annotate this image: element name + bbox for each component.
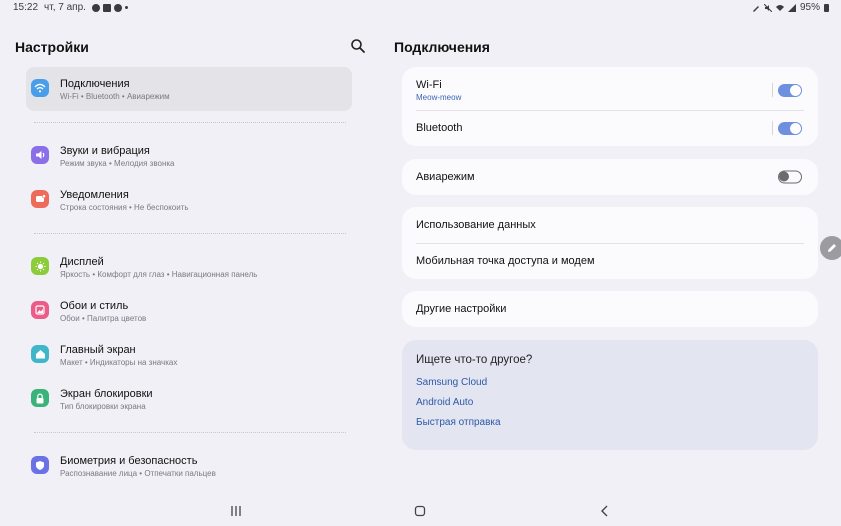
wifi-label: Wi-Fi xyxy=(416,78,442,91)
settings-list: Подключения Wi-Fi • Bluetooth • Авиарежи… xyxy=(26,67,352,488)
settings-item-wallpaper[interactable]: Обои и стиль Обои • Палитра цветов xyxy=(26,289,352,333)
bluetooth-toggle[interactable] xyxy=(778,121,802,135)
hotspot-row[interactable]: Мобильная точка доступа и модем xyxy=(402,243,818,279)
settings-item-title: Уведомления xyxy=(60,188,129,201)
wifi-icon xyxy=(31,79,49,97)
home-icon xyxy=(31,345,49,363)
lock-icon xyxy=(31,389,49,407)
airplane-row[interactable]: Авиарежим xyxy=(402,159,818,195)
looking-for-card: Ищете что-то другое? Samsung Cloud Andro… xyxy=(402,340,818,450)
looking-for-heading: Ищете что-то другое? xyxy=(416,354,533,366)
edit-pen-button[interactable] xyxy=(820,236,841,260)
settings-item-title: Биометрия и безопасность xyxy=(60,454,198,467)
settings-item-subtitle: Макет • Индикаторы на значках xyxy=(60,357,178,367)
toggle-knob xyxy=(790,122,801,134)
divider xyxy=(34,233,346,234)
airplane-toggle-wrap xyxy=(778,170,802,184)
wifi-icon xyxy=(775,4,784,11)
quick-share-link[interactable]: Быстрая отправка xyxy=(416,417,804,428)
data-usage-row[interactable]: Использование данных xyxy=(402,207,818,243)
hotspot-label: Мобильная точка доступа и модем xyxy=(416,255,595,267)
pencil-icon xyxy=(828,244,836,252)
settings-item-title: Главный экран xyxy=(60,343,136,356)
recent-apps-icon[interactable] xyxy=(228,504,244,518)
chat-icon xyxy=(91,3,100,12)
status-right: 95% xyxy=(752,2,829,13)
connections-title: Подключения xyxy=(394,39,490,55)
samsung-cloud-link[interactable]: Samsung Cloud xyxy=(416,377,804,388)
android-auto-link[interactable]: Android Auto xyxy=(416,397,804,408)
vertical-separator xyxy=(772,121,773,135)
wifi-toggle-wrap xyxy=(772,83,802,97)
notification-icon xyxy=(31,190,49,208)
back-icon[interactable] xyxy=(597,504,613,518)
settings-item-connections[interactable]: Подключения Wi-Fi • Bluetooth • Авиарежи… xyxy=(26,67,352,111)
bluetooth-label: Bluetooth xyxy=(416,122,463,134)
signal-icon xyxy=(787,3,796,12)
status-date: чт, 7 апр. xyxy=(44,2,86,13)
divider xyxy=(34,432,346,433)
settings-item-biometrics[interactable]: Биометрия и безопасность Распознавание л… xyxy=(26,444,352,488)
settings-item-lock-screen[interactable]: Экран блокировки Тип блокировки экрана xyxy=(26,377,352,421)
settings-item-title: Подключения xyxy=(60,77,130,90)
vertical-separator xyxy=(772,83,773,97)
status-left: 15:22 чт, 7 апр. xyxy=(13,2,128,13)
settings-item-subtitle: Распознавание лица • Отпечатки пальцев xyxy=(60,468,216,478)
sun-icon xyxy=(31,257,49,275)
more-settings-row[interactable]: Другие настройки xyxy=(402,291,818,327)
shield-icon xyxy=(31,456,49,474)
settings-item-title: Звуки и вибрация xyxy=(60,144,150,157)
airplane-card: Авиарежим xyxy=(402,159,818,195)
wifi-row[interactable]: Wi-Fi Meow-meow xyxy=(402,70,818,110)
more-settings-label: Другие настройки xyxy=(416,303,507,315)
status-bar: 15:22 чт, 7 апр. 95% xyxy=(0,0,841,16)
settings-item-subtitle: Режим звука • Мелодия звонка xyxy=(60,158,175,168)
bluetooth-row[interactable]: Bluetooth xyxy=(402,110,818,146)
wifi-bluetooth-card: Wi-Fi Meow-meow Bluetooth xyxy=(402,67,818,146)
home-button-icon[interactable] xyxy=(412,504,428,518)
settings-item-title: Экран блокировки xyxy=(60,387,153,400)
settings-item-notifications[interactable]: Уведомления Строка состояния • Не беспок… xyxy=(26,178,352,222)
search-icon[interactable] xyxy=(349,37,367,55)
wifi-toggle[interactable] xyxy=(778,83,802,97)
data-hotspot-card: Использование данных Мобильная точка дос… xyxy=(402,207,818,279)
settings-item-subtitle: Яркость • Комфорт для глаз • Навигационн… xyxy=(60,269,258,279)
settings-item-sounds[interactable]: Звуки и вибрация Режим звука • Мелодия з… xyxy=(26,134,352,178)
wifi-network-name: Meow-meow xyxy=(416,92,462,102)
settings-item-title: Дисплей xyxy=(60,255,104,268)
more-settings-card: Другие настройки xyxy=(402,291,818,327)
airplane-label: Авиарежим xyxy=(416,171,475,183)
wallpaper-icon xyxy=(31,301,49,319)
settings-title: Настройки xyxy=(15,39,89,55)
settings-item-subtitle: Wi-Fi • Bluetooth • Авиарежим xyxy=(60,91,170,101)
volume-icon xyxy=(31,146,49,164)
settings-item-title: Обои и стиль xyxy=(60,299,129,312)
status-time: 15:22 xyxy=(13,2,39,13)
mute-icon xyxy=(763,3,772,12)
data-usage-label: Использование данных xyxy=(416,219,536,231)
more-notifications-dot xyxy=(124,6,128,9)
toggle-knob xyxy=(779,171,789,182)
battery-percent: 95% xyxy=(799,2,820,13)
notification-icons xyxy=(91,3,128,12)
calendar-icon xyxy=(102,3,111,12)
settings-item-subtitle: Строка состояния • Не беспокоить xyxy=(60,202,189,212)
bluetooth-toggle-wrap xyxy=(772,121,802,135)
settings-item-home-screen[interactable]: Главный экран Макет • Индикаторы на знач… xyxy=(26,333,352,377)
settings-item-display[interactable]: Дисплей Яркость • Комфорт для глаз • Нав… xyxy=(26,245,352,289)
battery-icon xyxy=(824,3,829,12)
settings-item-subtitle: Тип блокировки экрана xyxy=(60,401,146,411)
airplane-toggle[interactable] xyxy=(778,170,802,184)
circle-app-icon xyxy=(113,3,122,12)
settings-item-subtitle: Обои • Палитра цветов xyxy=(60,313,147,323)
divider xyxy=(34,122,346,123)
toggle-knob xyxy=(790,84,801,96)
pen-icon xyxy=(752,5,759,12)
